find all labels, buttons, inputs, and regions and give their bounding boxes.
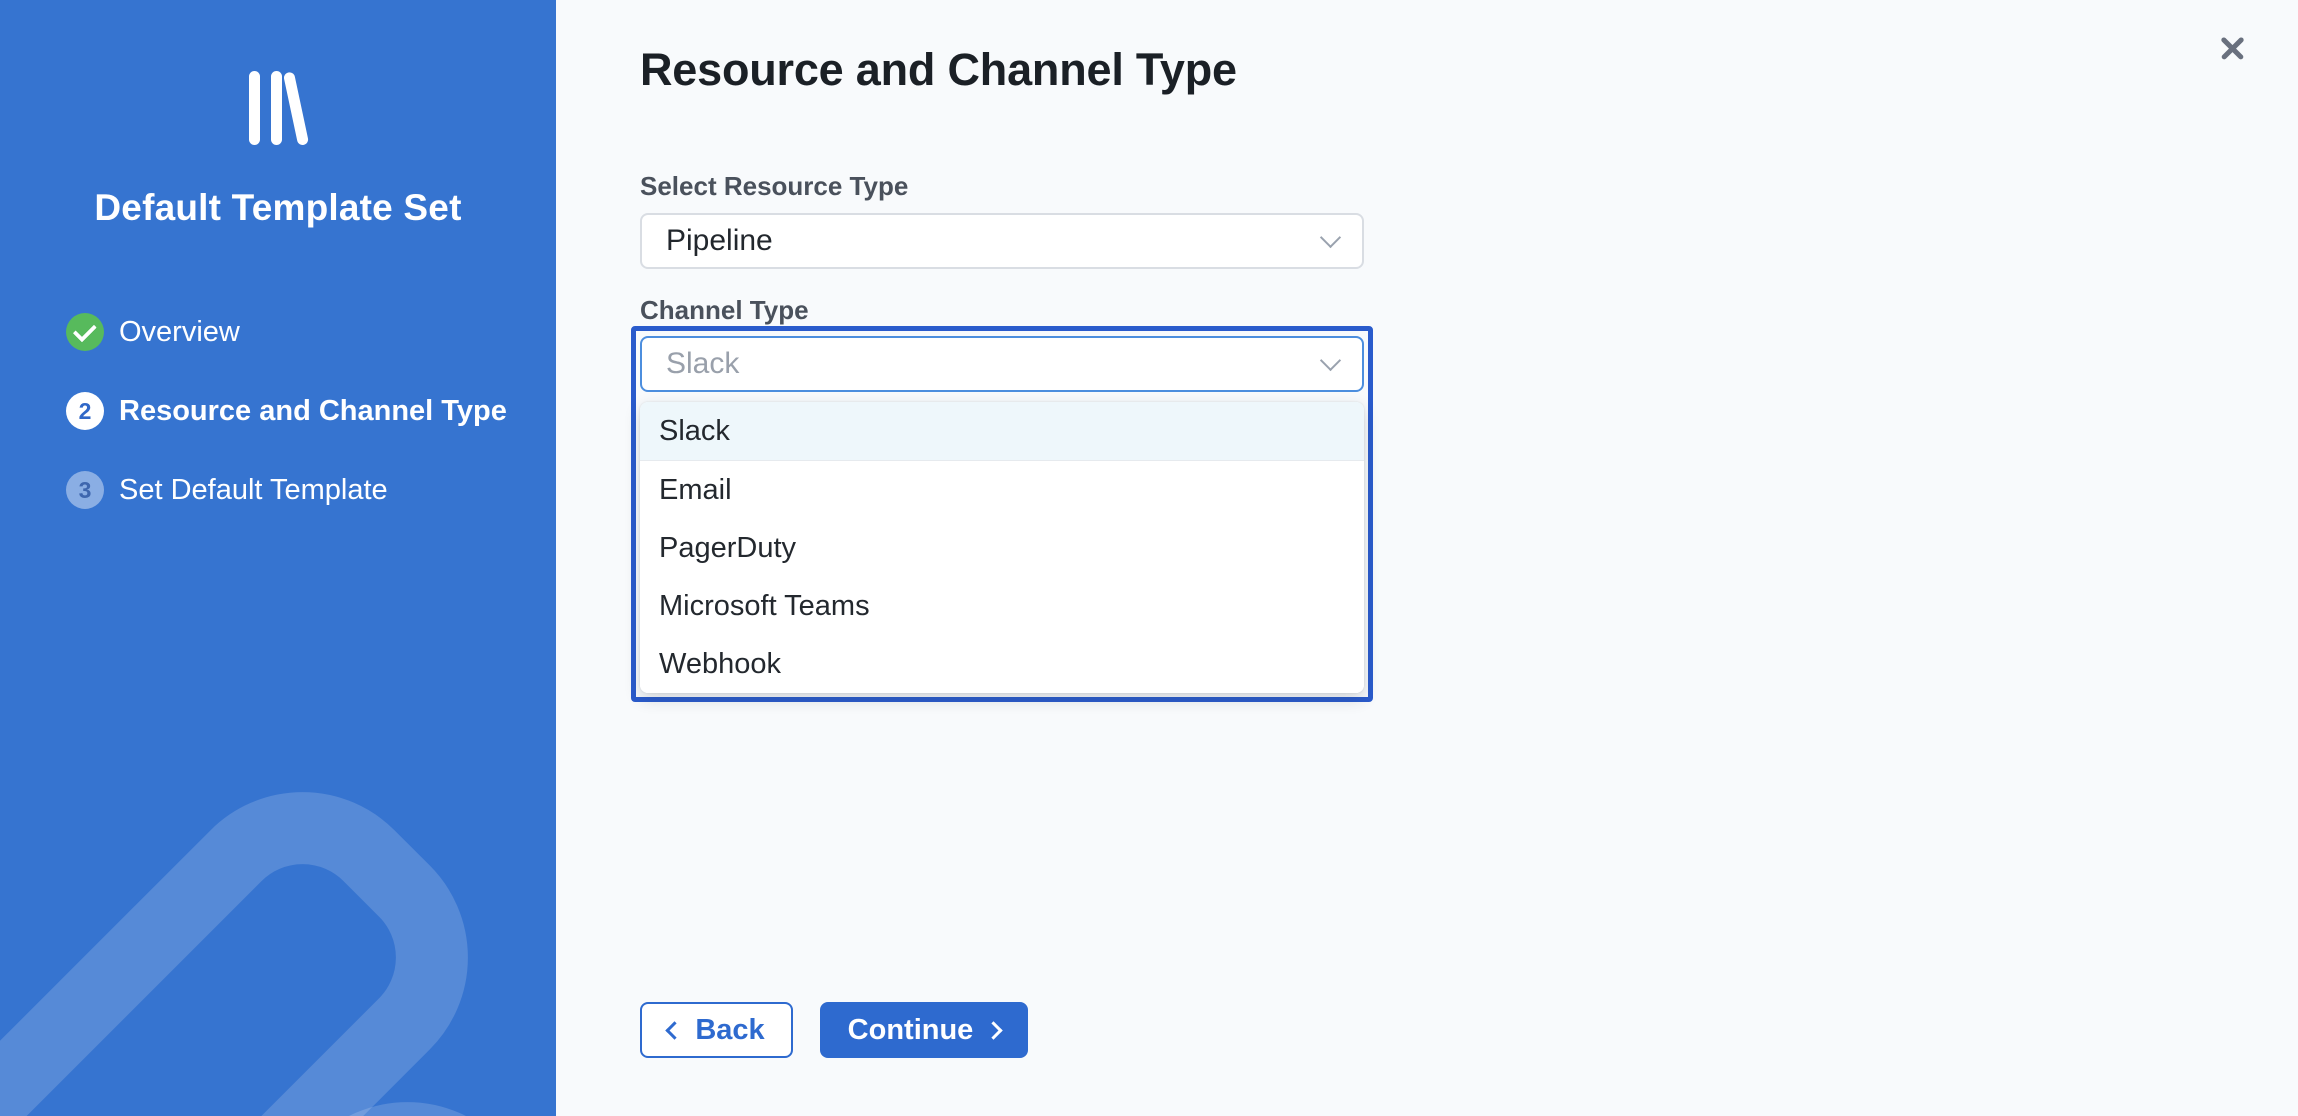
form-area: Select Resource Type Pipeline Channel Ty… bbox=[640, 170, 1364, 702]
chevron-left-icon bbox=[666, 1021, 684, 1039]
continue-label: Continue bbox=[848, 1014, 974, 1047]
option-pagerduty[interactable]: PagerDuty bbox=[640, 519, 1364, 577]
logo-bar bbox=[271, 71, 282, 145]
step-label: Resource and Channel Type bbox=[119, 395, 507, 428]
wizard-sidebar: Default Template Set Overview 2 Resource… bbox=[0, 0, 556, 1116]
watermark-link-shape bbox=[0, 738, 522, 1116]
step-overview[interactable]: Overview bbox=[66, 313, 556, 351]
wizard-content: Resource and Channel Type Select Resourc… bbox=[556, 0, 2298, 1116]
step-number-badge: 2 bbox=[66, 392, 104, 430]
continue-button[interactable]: Continue bbox=[820, 1002, 1028, 1058]
step-number-badge: 3 bbox=[66, 471, 104, 509]
stacked-books-logo-icon bbox=[0, 0, 556, 149]
option-email[interactable]: Email bbox=[640, 461, 1364, 519]
step-completed-badge bbox=[66, 313, 104, 351]
chevron-down-icon bbox=[1320, 227, 1341, 248]
wizard-steps: Overview 2 Resource and Channel Type 3 S… bbox=[0, 313, 556, 509]
resource-type-label: Select Resource Type bbox=[640, 170, 1364, 202]
step-label: Set Default Template bbox=[119, 474, 388, 507]
wizard-footer: Back Continue bbox=[640, 1002, 1028, 1058]
back-button[interactable]: Back bbox=[640, 1002, 793, 1058]
option-webhook[interactable]: Webhook bbox=[640, 635, 1364, 693]
back-label: Back bbox=[695, 1014, 764, 1047]
option-slack[interactable]: Slack bbox=[640, 402, 1364, 461]
wizard-name: Default Template Set bbox=[10, 187, 546, 229]
logo-bar bbox=[249, 71, 260, 145]
step-label: Overview bbox=[119, 316, 240, 349]
step-set-default-template[interactable]: 3 Set Default Template bbox=[66, 471, 556, 509]
channel-type-label: Channel Type bbox=[640, 294, 1364, 326]
channel-type-dropdown: Slack Email PagerDuty Microsoft Teams We… bbox=[640, 402, 1364, 693]
page-title: Resource and Channel Type bbox=[640, 44, 2298, 96]
channel-type-select[interactable]: Slack bbox=[640, 336, 1364, 392]
resource-type-select[interactable]: Pipeline bbox=[640, 213, 1364, 269]
channel-type-value: Slack bbox=[666, 347, 739, 381]
chevron-down-icon bbox=[1320, 350, 1341, 371]
resource-type-value: Pipeline bbox=[666, 224, 773, 258]
logo-bar-tilted bbox=[282, 71, 308, 146]
option-microsoft-teams[interactable]: Microsoft Teams bbox=[640, 577, 1364, 635]
chevron-right-icon bbox=[985, 1021, 1003, 1039]
check-icon bbox=[72, 318, 96, 342]
close-icon[interactable] bbox=[2212, 28, 2252, 68]
focus-highlight-box: Slack Slack Email PagerDuty Microsoft Te… bbox=[631, 326, 1373, 702]
step-resource-and-channel-type[interactable]: 2 Resource and Channel Type bbox=[66, 392, 556, 430]
